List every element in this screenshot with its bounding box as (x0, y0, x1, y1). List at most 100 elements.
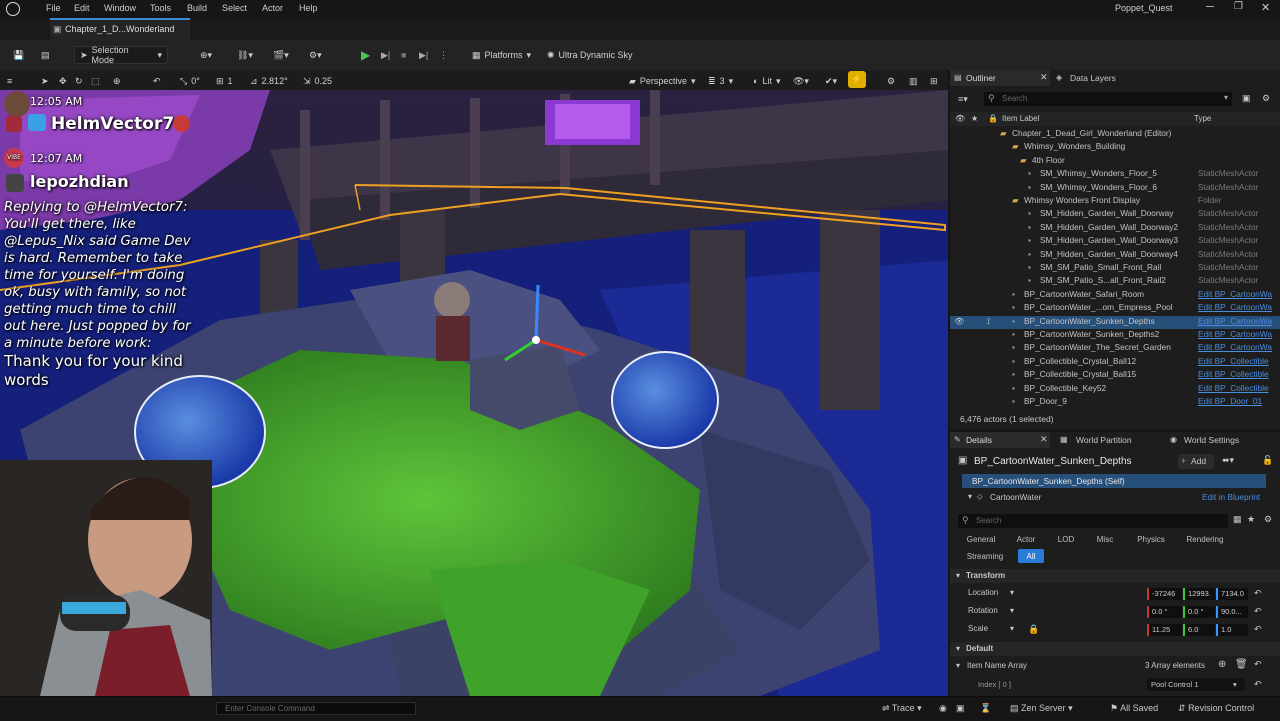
component-label[interactable]: CartoonWater (990, 492, 1041, 502)
add-element-icon[interactable]: ⊕ (1218, 659, 1226, 670)
realtime-icon[interactable]: ✔▾ (820, 72, 842, 90)
menu-help[interactable]: Help (299, 3, 318, 13)
filter-general[interactable]: General (962, 532, 1000, 546)
reset-icon[interactable]: ↶ (1254, 659, 1262, 670)
translate-icon[interactable]: ✥ (54, 72, 72, 90)
scale-dropdown[interactable]: Scale ▾ (968, 624, 1020, 636)
outliner-row-type[interactable]: Edit BP_Collectible (1198, 369, 1269, 379)
rotate-icon[interactable]: ↻ (70, 72, 88, 90)
menu-window[interactable]: Window (104, 3, 136, 13)
rotation-snap-toggle[interactable]: ⊿ 2.812° (245, 72, 293, 90)
expand-arrow-icon[interactable]: ▾ (956, 661, 960, 670)
blueprint-icon[interactable]: ⛓▾ (232, 46, 258, 64)
outliner-row-type[interactable]: Edit BP_CartoonWa (1198, 302, 1272, 312)
eject-icon[interactable]: ▶| (414, 46, 433, 64)
outliner-row-type[interactable]: Edit BP_CartoonWa (1198, 316, 1272, 326)
default-section-header[interactable]: ▾ Default (950, 642, 1280, 656)
view-mode-dropdown[interactable]: ◐ Lit ▾ (748, 72, 785, 90)
outliner-row-type[interactable]: Edit BP_CartoonWa (1198, 329, 1272, 339)
outliner-row[interactable]: ▪ SM_Hidden_Garden_Wall_Doorway3 StaticMes… (950, 235, 1280, 248)
show-flags-icon[interactable]: 👁▾ (788, 72, 814, 90)
index-value-dropdown[interactable]: Pool Control 1 ▾ (1147, 678, 1245, 691)
rotation-x-field[interactable]: 0.0 ° (1147, 606, 1182, 618)
close-tab-icon[interactable]: ✕ (1040, 434, 1048, 445)
game-view-icon[interactable]: ⚡ (848, 71, 866, 88)
outliner-row-type[interactable]: Edit BP_CartoonWa (1198, 289, 1272, 299)
outliner-row[interactable]: ▪ BP_Collectible_Crystal_Ball15 Edit BP_Co… (950, 369, 1280, 382)
close-window-icon[interactable]: ✕ (1261, 1, 1270, 14)
hamburger-menu-icon[interactable]: ≡ (2, 72, 17, 90)
outliner-row[interactable]: ▪ BP_Collectible_Key52 Edit BP_Collectible (950, 383, 1280, 396)
filter-physics[interactable]: Physics (1130, 532, 1172, 546)
pin-icon[interactable]: ★ (971, 114, 978, 123)
minimize-icon[interactable]: ─ (1206, 1, 1214, 13)
scale-y-field[interactable]: 6.0 (1183, 624, 1215, 636)
maximize-icon[interactable]: ❐ (1234, 1, 1243, 12)
reset-icon[interactable]: ↶ (1254, 624, 1262, 635)
menu-build[interactable]: Build (187, 3, 207, 13)
console-input[interactable]: Enter Console Command (216, 702, 416, 715)
outliner-row[interactable]: ▪ BP_CartoonWater_Sunken_Depths Edit BP_Ca… (950, 315, 1280, 329)
grid-step-toggle[interactable]: ⊞ 1 (211, 72, 238, 90)
filter-actor[interactable]: Actor (1008, 532, 1044, 546)
filter-all[interactable]: All (1018, 549, 1044, 563)
outliner-row[interactable]: ▪ BP_CartoonWater_Sunken_Depths2 Edit BP_C… (950, 329, 1280, 342)
tab-details[interactable]: ✎ Details ✕ (950, 432, 1050, 448)
outliner-row[interactable]: ▪ SM_SM_Patio_S...all_Front_Rail2 StaticMe… (950, 275, 1280, 288)
add-component-button[interactable]: + Add (1178, 454, 1214, 469)
outliner-row[interactable]: ▪ BP_Door_9 Edit BP_Door_01 (950, 396, 1280, 409)
lock-icon[interactable]: 🔒 (988, 114, 998, 123)
outliner-row[interactable]: ▰ 4th Floor (950, 155, 1280, 168)
blueprint-options-icon[interactable]: ⬌▾ (1222, 455, 1234, 466)
location-z-field[interactable]: 7134.0 (1216, 588, 1248, 600)
filter-lod[interactable]: LOD (1052, 532, 1080, 546)
level-viewport[interactable]: 12:05 AM HelmVector7 VIBE 12:07 AM lepoz… (0, 90, 948, 696)
grid-snap-toggle[interactable]: ⤡ 0° (175, 72, 205, 90)
outliner-search-input[interactable]: ⚲ Search ▾ (984, 92, 1232, 106)
favorite-icon[interactable]: ★ (1247, 514, 1255, 525)
cinematics-icon[interactable]: 🎬▾ (268, 46, 294, 64)
visibility-icon[interactable]: 👁 (955, 114, 965, 123)
outliner-row[interactable]: ▪ SM_Hidden_Garden_Wall_Doorway StaticMesh… (950, 208, 1280, 221)
tab-outliner[interactable]: ▤ Outliner ✕ (950, 70, 1050, 86)
rotation-dropdown[interactable]: Rotation ▾ (968, 606, 1020, 618)
world-space-icon[interactable]: ⊕ (108, 72, 126, 90)
scale-icon[interactable]: ⬚ (86, 72, 105, 90)
delete-icon[interactable]: 🗑 (1235, 659, 1248, 670)
record-icon[interactable]: ◉ (939, 703, 947, 714)
camera-speed-dropdown[interactable]: ≣ 3 ▾ (703, 72, 738, 90)
settings-icon[interactable]: ⚙ (1264, 514, 1272, 525)
menu-actor[interactable]: Actor (262, 3, 283, 13)
expand-arrow-icon[interactable]: ▾ (968, 492, 972, 501)
save-icon[interactable]: 💾 (8, 46, 29, 64)
tab-data-layers[interactable]: ◈ Data Layers (1054, 70, 1144, 86)
reset-icon[interactable]: ↶ (1254, 679, 1262, 690)
location-y-field[interactable]: 12993. (1183, 588, 1215, 600)
surface-snap-icon[interactable]: ↶ (148, 72, 166, 90)
lock-icon[interactable]: 🔓 (1262, 455, 1273, 466)
outliner-row[interactable]: ▪ BP_CartoonWater_...om_Empress_Pool Edit … (950, 302, 1280, 315)
rotation-z-field[interactable]: 90.0... (1216, 606, 1248, 618)
filter-streaming[interactable]: Streaming (962, 549, 1008, 563)
build-icon[interactable]: ⚙▾ (304, 46, 327, 64)
transform-section-header[interactable]: ▾ Transform (950, 569, 1280, 583)
content-browser-icon[interactable]: ▤ (36, 46, 55, 64)
outliner-row-type[interactable]: Edit BP_CartoonWa (1198, 342, 1272, 352)
viewport-settings-icon[interactable]: ⚙ (882, 72, 900, 90)
menu-edit[interactable]: Edit (74, 3, 90, 13)
grid-view-icon[interactable]: ▦ (1233, 514, 1242, 525)
outliner-row[interactable]: ▪ BP_CartoonWater_The_Secret_Garden Edit B… (950, 342, 1280, 355)
unreal-logo-icon[interactable] (6, 2, 20, 16)
step-icon[interactable]: ▶| (376, 46, 395, 64)
menu-tools[interactable]: Tools (150, 3, 171, 13)
more-options-icon[interactable]: ⋮ (434, 46, 453, 64)
zen-server-button[interactable]: ▤ Zen Server ▾ (1010, 703, 1073, 714)
outliner-row-type[interactable]: Edit BP_Collectible (1198, 356, 1269, 366)
location-x-field[interactable]: -37246 (1147, 588, 1182, 600)
outliner-row-type[interactable]: Edit BP_Door_01 (1198, 396, 1262, 406)
filter-rendering[interactable]: Rendering (1182, 532, 1228, 546)
filter-icon[interactable]: ≡▾ (958, 94, 968, 105)
outliner-row-type[interactable]: Edit BP_Collectible (1198, 383, 1269, 393)
location-dropdown[interactable]: Location ▾ (968, 588, 1020, 600)
selection-mode-dropdown[interactable]: ➤ Selection Mode ▾ (74, 45, 168, 65)
